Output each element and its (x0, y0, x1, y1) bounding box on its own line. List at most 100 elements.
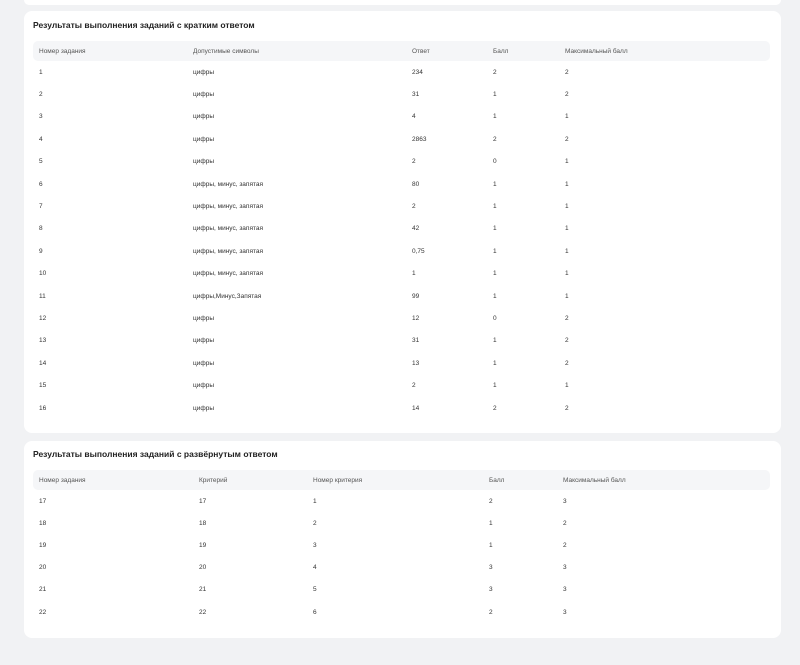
cell-task-number: 18 (39, 519, 47, 527)
cell-task-number: 3 (39, 113, 43, 121)
cell-score: 3 (489, 586, 493, 594)
cell-answer: 14 (412, 404, 420, 412)
cell-allowed-symbols: цифры (193, 68, 214, 76)
cell-allowed-symbols: цифры, минус, запятая (193, 180, 264, 188)
cell-max-score: 1 (565, 382, 569, 390)
cell-task-number: 17 (39, 497, 47, 505)
cell-max-score: 2 (565, 314, 569, 322)
cell-criterion-number: 5 (313, 586, 317, 594)
cell-score: 1 (493, 113, 497, 121)
cell-allowed-symbols: цифры, минус, запятая (193, 225, 264, 233)
cell-allowed-symbols: цифры, минус, запятая (193, 203, 264, 211)
table-row: 15 цифры 2 1 1 (33, 374, 770, 396)
cell-score: 1 (493, 203, 497, 211)
cell-criterion: 20 (199, 564, 207, 572)
table-row: 6 цифры, минус, запятая 80 1 1 (33, 173, 770, 195)
cell-allowed-symbols: цифры,Минус,Запятая (193, 292, 262, 300)
cell-allowed-symbols: цифры (193, 158, 214, 166)
cell-score: 1 (493, 270, 497, 278)
cell-answer: 234 (412, 68, 423, 76)
cell-task-number: 2 (39, 91, 43, 99)
table-row: 17 17 1 2 3 (33, 490, 770, 512)
cell-answer: 31 (412, 91, 420, 99)
table-row: 22 22 6 2 3 (33, 601, 770, 623)
cell-answer: 80 (412, 180, 420, 188)
cell-answer: 2 (412, 382, 416, 390)
cell-score: 3 (489, 564, 493, 572)
cell-criterion: 17 (199, 497, 207, 505)
extended-answer-results-title: Результаты выполнения заданий с развёрну… (33, 449, 278, 459)
cell-max-score: 2 (565, 135, 569, 143)
cell-allowed-symbols: цифры (193, 91, 214, 99)
cell-max-score: 2 (565, 68, 569, 76)
cell-max-score: 2 (565, 404, 569, 412)
cell-task-number: 16 (39, 404, 47, 412)
cell-score: 1 (493, 382, 497, 390)
table-row: 14 цифры 13 1 2 (33, 352, 770, 374)
cell-score: 2 (493, 404, 497, 412)
cell-task-number: 8 (39, 225, 43, 233)
cell-score: 0 (493, 158, 497, 166)
cell-task-number: 6 (39, 180, 43, 188)
cell-task-number: 12 (39, 314, 47, 322)
short-answer-results-title: Результаты выполнения заданий с кратким … (33, 20, 255, 30)
cell-task-number: 11 (39, 292, 46, 300)
cell-task-number: 21 (39, 586, 47, 594)
cell-score: 1 (489, 519, 493, 527)
cell-criterion-number: 6 (313, 608, 317, 616)
cell-answer: 2863 (412, 135, 427, 143)
table-row: 2 цифры 31 1 2 (33, 83, 770, 105)
cell-answer: 12 (412, 314, 420, 322)
previous-card-edge (24, 0, 781, 5)
header-max-score: Максимальный балл (565, 41, 770, 61)
header-criterion-number: Номер критерия (313, 470, 489, 490)
cell-score: 1 (493, 180, 497, 188)
table-row: 11 цифры,Минус,Запятая 99 1 1 (33, 285, 770, 307)
header-answer: Ответ (412, 41, 493, 61)
cell-max-score: 3 (563, 497, 567, 505)
cell-allowed-symbols: цифры (193, 113, 214, 121)
cell-task-number: 5 (39, 158, 43, 166)
cell-task-number: 19 (39, 541, 47, 549)
cell-criterion-number: 2 (313, 519, 317, 527)
table-row: 3 цифры 4 1 1 (33, 106, 770, 128)
cell-allowed-symbols: цифры (193, 359, 214, 367)
header-score: Балл (493, 41, 565, 61)
table-row: 10 цифры, минус, запятая 1 1 1 (33, 263, 770, 285)
cell-allowed-symbols: цифры (193, 404, 214, 412)
short-answer-results-table: Номер задания Допустимые символы Ответ Б… (33, 41, 770, 419)
cell-criterion: 18 (199, 519, 207, 527)
cell-score: 1 (493, 337, 497, 345)
cell-max-score: 1 (565, 203, 569, 211)
cell-task-number: 7 (39, 203, 43, 211)
cell-score: 2 (489, 608, 493, 616)
cell-max-score: 1 (565, 270, 569, 278)
cell-max-score: 1 (565, 225, 569, 233)
header-allowed-symbols: Допустимые символы (193, 41, 412, 61)
cell-max-score: 2 (565, 337, 569, 345)
header-criterion: Критерий (199, 470, 313, 490)
cell-max-score: 1 (565, 113, 569, 121)
cell-task-number: 9 (39, 247, 43, 255)
table-row: 12 цифры 12 0 2 (33, 307, 770, 329)
table-row: 19 19 3 1 2 (33, 534, 770, 556)
table-row: 13 цифры 31 1 2 (33, 330, 770, 352)
header-score: Балл (489, 470, 563, 490)
extended-answer-results-card: Результаты выполнения заданий с развёрну… (24, 441, 781, 638)
cell-max-score: 2 (565, 91, 569, 99)
cell-criterion-number: 3 (313, 541, 317, 549)
cell-allowed-symbols: цифры (193, 314, 214, 322)
cell-allowed-symbols: цифры (193, 382, 214, 390)
cell-answer: 2 (412, 203, 416, 211)
cell-task-number: 15 (39, 382, 47, 390)
cell-max-score: 1 (565, 180, 569, 188)
cell-score: 0 (493, 314, 497, 322)
cell-answer: 0,75 (412, 247, 425, 255)
cell-task-number: 13 (39, 337, 47, 345)
cell-max-score: 3 (563, 608, 567, 616)
table-row: 21 21 5 3 3 (33, 579, 770, 601)
cell-allowed-symbols: цифры, минус, запятая (193, 270, 264, 278)
cell-max-score: 1 (565, 247, 569, 255)
cell-task-number: 20 (39, 564, 47, 572)
cell-answer: 42 (412, 225, 420, 233)
